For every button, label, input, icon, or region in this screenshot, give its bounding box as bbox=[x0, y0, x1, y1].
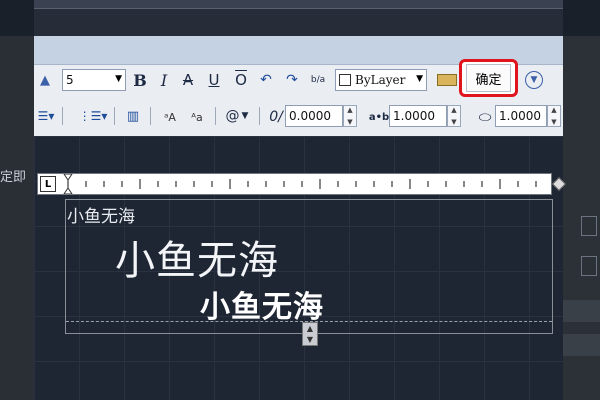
color-select[interactable]: ByLayer ▼ bbox=[335, 69, 427, 91]
right-side-panel bbox=[563, 36, 600, 400]
ruler-toggle-icon[interactable] bbox=[436, 70, 458, 90]
left-side-panel bbox=[0, 36, 34, 400]
redo-icon[interactable]: ↷ bbox=[283, 70, 301, 90]
chevron-down-icon: ▼ bbox=[115, 74, 122, 84]
strikethrough-button[interactable]: A bbox=[179, 69, 197, 91]
text-height-value: 5 bbox=[66, 73, 74, 87]
toolbar-separator bbox=[215, 107, 216, 125]
oblique-angle-icon: 0/ bbox=[269, 109, 283, 125]
width-factor-icon: ⬭ bbox=[478, 108, 492, 126]
toolbar-separator bbox=[259, 107, 260, 125]
toolbar-separator bbox=[62, 107, 63, 125]
symbol-glyph: @ bbox=[225, 108, 240, 124]
right-panel-row bbox=[563, 334, 600, 356]
width-factor-input[interactable]: 1.0000 bbox=[495, 105, 547, 127]
width-factor-spinner[interactable]: ▲ ▼ bbox=[547, 105, 561, 127]
underline-button[interactable]: U bbox=[205, 69, 223, 91]
italic-button[interactable]: I bbox=[155, 69, 173, 91]
chevron-up-icon: ▲ bbox=[306, 324, 314, 333]
chevron-down-icon: ▼ bbox=[416, 74, 423, 84]
oblique-angle-input[interactable]: 0.0000 bbox=[285, 105, 343, 127]
color-swatch bbox=[339, 74, 351, 86]
columns-icon[interactable]: ▥ bbox=[123, 106, 143, 126]
text-line-small[interactable]: 小鱼无海 bbox=[67, 202, 135, 227]
tracking-spinner[interactable]: ▲ ▼ bbox=[447, 105, 461, 127]
chevron-down-icon: ▼ bbox=[241, 111, 249, 121]
justification-icon[interactable]: ☰▾ bbox=[34, 106, 58, 126]
right-panel-row bbox=[563, 300, 600, 322]
tracking-input[interactable]: 1.0000 bbox=[389, 105, 447, 127]
ruler-ticks bbox=[63, 174, 537, 194]
uppercase-button[interactable]: ᵃA bbox=[158, 106, 182, 128]
numbering-icon[interactable]: ⋮☰▾ bbox=[77, 106, 109, 126]
symbol-insert-button[interactable]: @ ▼ bbox=[222, 106, 252, 126]
right-panel-box[interactable] bbox=[581, 256, 597, 276]
undo-icon[interactable]: ↶ bbox=[257, 70, 275, 90]
text-line-bold[interactable]: 小鱼无海 bbox=[200, 282, 324, 326]
tab-type-button[interactable]: L bbox=[40, 176, 56, 192]
text-height-select[interactable]: 5 ▼ bbox=[62, 69, 126, 91]
tracking-icon: a•b bbox=[368, 111, 390, 123]
left-panel-label: 定即 bbox=[0, 170, 27, 185]
toolbar-separator bbox=[114, 107, 115, 125]
overline-button[interactable]: O bbox=[232, 69, 250, 91]
color-select-value: ByLayer bbox=[355, 73, 406, 87]
text-ruler[interactable] bbox=[37, 173, 552, 195]
oblique-angle-spinner[interactable]: ▲ ▼ bbox=[343, 105, 357, 127]
right-panel-box[interactable] bbox=[581, 216, 597, 236]
top-left-corner bbox=[0, 0, 34, 36]
lowercase-button[interactable]: ᴬa bbox=[185, 106, 209, 128]
toolbar-separator bbox=[150, 107, 151, 125]
top-right-corner bbox=[563, 0, 600, 36]
ok-button[interactable]: 确定 bbox=[466, 64, 511, 92]
text-line-large[interactable]: 小鱼无海 bbox=[115, 228, 279, 286]
bold-button[interactable]: B bbox=[131, 69, 149, 91]
top-menu-strip bbox=[34, 0, 564, 9]
chevron-down-icon: ▼ bbox=[306, 335, 314, 344]
text-style-icon[interactable]: ▲ bbox=[36, 70, 54, 90]
stack-button[interactable]: b/a bbox=[308, 68, 328, 92]
height-resize-handle[interactable]: ▲ ▼ bbox=[302, 322, 318, 346]
options-chevron-icon[interactable]: ▼ bbox=[525, 71, 543, 89]
